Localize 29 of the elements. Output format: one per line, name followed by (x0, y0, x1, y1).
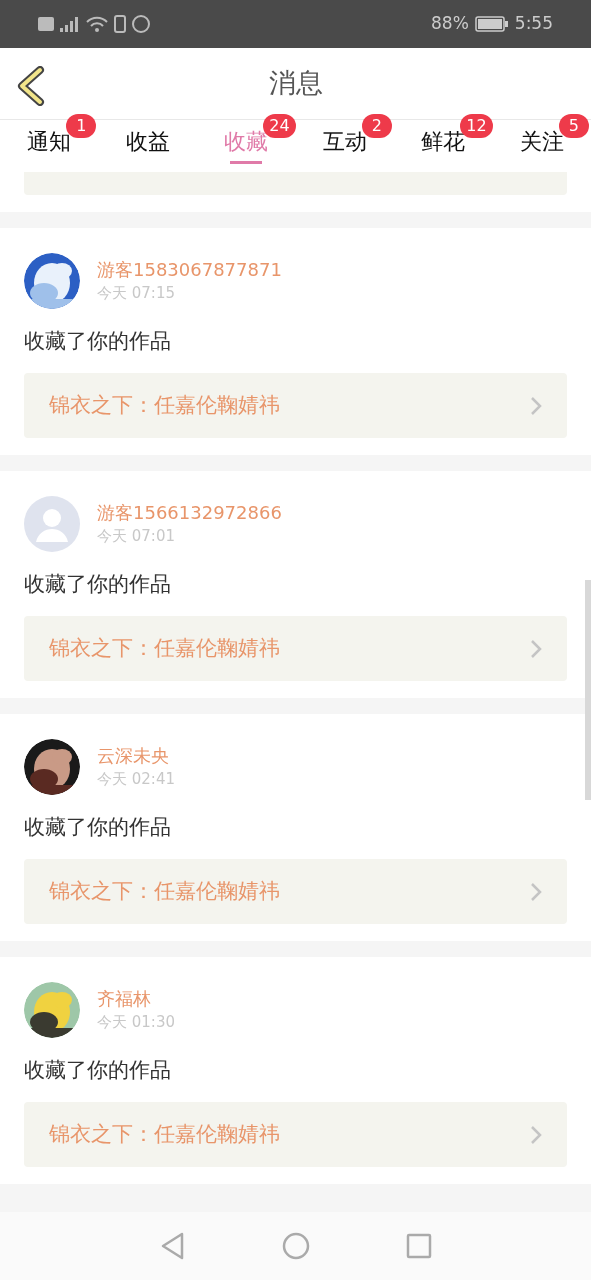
work-link[interactable]: 锦衣之下：任嘉伦鞠婧祎 (24, 373, 567, 438)
vibrate-icon (114, 15, 126, 33)
tab[interactable]: 收益 (125, 128, 170, 156)
back-icon[interactable] (159, 1232, 186, 1260)
chevron-right-icon (530, 395, 542, 416)
battery-icon (474, 16, 509, 32)
wifi-icon (86, 16, 108, 32)
work-link[interactable]: 锦衣之下：任嘉伦鞠婧祎 (24, 859, 567, 924)
user-name[interactable]: 游客1583067877871 (97, 258, 282, 282)
home-icon[interactable] (281, 1232, 310, 1260)
chevron-right-icon (530, 881, 542, 902)
page-title: 消息 (268, 66, 323, 101)
default-avatar-icon (24, 496, 80, 552)
activity-text: 收藏了你的作品 (24, 814, 172, 841)
activity-text: 收藏了你的作品 (24, 328, 172, 355)
work-link[interactable]: 锦衣之下：任嘉伦鞠婧祎 (24, 616, 567, 681)
signal-icon (60, 16, 80, 32)
activity-text: 收藏了你的作品 (24, 571, 172, 598)
work-link[interactable]: 锦衣之下：任嘉伦鞠婧祎 (24, 1102, 567, 1167)
clock: 5:55 (514, 12, 553, 36)
recents-icon[interactable] (405, 1233, 432, 1259)
battery-percent: 88% (431, 12, 469, 36)
activity-text: 收藏了你的作品 (24, 1057, 172, 1084)
chevron-right-icon (530, 1124, 542, 1145)
back-button[interactable] (16, 66, 46, 106)
user-name[interactable]: 云深未央 (97, 744, 175, 768)
chevron-right-icon (530, 638, 542, 659)
user-name[interactable]: 游客1566132972866 (97, 501, 282, 525)
user-name[interactable]: 齐福林 (97, 987, 175, 1011)
